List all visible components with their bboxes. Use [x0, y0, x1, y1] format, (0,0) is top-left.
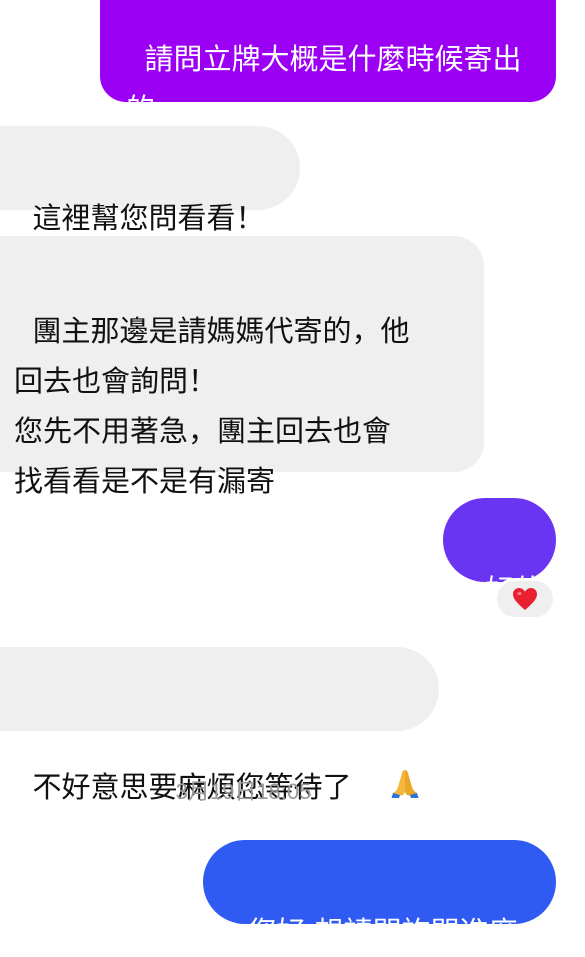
outgoing-message[interactable]: 好的	[443, 498, 556, 607]
incoming-message[interactable]: 這裡幫您問看看！	[0, 126, 300, 235]
outgoing-message[interactable]: 請問立牌大概是什麼時候寄出的	[100, 0, 556, 126]
message-text: 團主那邊是請媽媽代寄的，他 回去也會詢問！ 您先不用著急，團主回去也會 找看看是…	[14, 314, 410, 498]
heart-icon	[513, 588, 537, 610]
message-text: 請問立牌大概是什麼時候寄出的	[126, 42, 522, 126]
timestamp: 3月19日18:05	[175, 779, 312, 804]
message-reaction[interactable]	[494, 578, 556, 620]
message-text: 您好 想請問詢問進度	[247, 915, 518, 949]
message-text: 這裡幫您問看看！	[32, 201, 265, 235]
incoming-message[interactable]: 團主那邊是請媽媽代寄的，他 回去也會詢問！ 您先不用著急，團主回去也會 找看看是…	[0, 236, 484, 498]
incoming-message[interactable]: 不好意思要麻煩您等待了	[0, 647, 439, 804]
outgoing-message[interactable]: 您好 想請問詢問進度	[203, 840, 556, 949]
